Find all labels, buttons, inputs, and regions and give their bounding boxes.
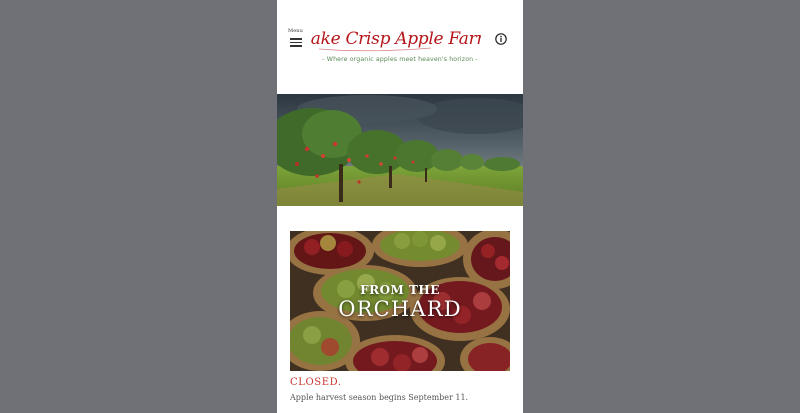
card-title-line1: FROM THE: [360, 283, 440, 297]
info-icon[interactable]: [495, 33, 507, 45]
site-header: Menu Lake Crisp Apple Farm - Where organ…: [277, 0, 523, 94]
hamburger-icon: [290, 38, 302, 47]
logo-text: Lake Crisp Apple Farm: [311, 29, 481, 49]
hero-orchard-image: [277, 94, 523, 206]
card-title: FROM THE ORCHARD: [290, 283, 510, 321]
status-label: CLOSED.: [290, 377, 342, 388]
menu-label: Menu: [288, 28, 303, 34]
card-title-line2: ORCHARD: [338, 297, 462, 321]
menu-button[interactable]: Menu: [288, 28, 304, 48]
page-column: Menu Lake Crisp Apple Farm - Where organ…: [277, 0, 523, 413]
from-the-orchard-card[interactable]: FROM THE ORCHARD: [290, 231, 510, 371]
site-tagline: - Where organic apples meet heaven's hor…: [322, 56, 478, 63]
site-logo[interactable]: Lake Crisp Apple Farm: [311, 22, 481, 54]
season-message: Apple harvest season begins September 11…: [290, 393, 469, 402]
